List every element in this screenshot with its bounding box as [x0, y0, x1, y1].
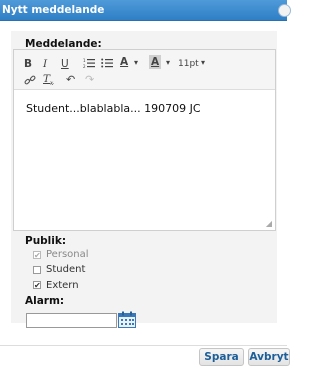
save-button[interactable]: Spara	[199, 348, 244, 366]
close-icon[interactable]	[278, 4, 291, 17]
extern-option-label: Extern	[46, 280, 79, 291]
bullet-list-icon[interactable]	[101, 57, 113, 73]
footer-divider	[0, 345, 287, 346]
calendar-icon[interactable]	[118, 311, 136, 328]
bold-button[interactable]: B	[24, 57, 32, 71]
audience-label: Publik:	[25, 235, 67, 247]
student-option-label: Student	[46, 264, 86, 275]
resize-handle-icon[interactable]: ◢	[266, 219, 272, 228]
underline-button[interactable]: U	[61, 57, 69, 71]
alarm-label: Alarm:	[25, 295, 65, 307]
editor-content[interactable]: Student...blablabla... 190709 JC	[26, 102, 201, 115]
numbered-list-icon[interactable]: 12	[83, 57, 95, 73]
background-color-dropdown-icon[interactable]: ▾	[166, 56, 170, 70]
clear-formatting-icon[interactable]: Tx	[43, 72, 53, 91]
extern-checkbox[interactable]: ✔	[33, 281, 41, 290]
svg-text:2: 2	[83, 64, 86, 69]
redo-icon[interactable]: ↷	[85, 73, 94, 87]
editor-toolbar: B I U 12 A ▾ A ▾ 11pt ▾ Tx ↶ ↷	[14, 50, 275, 90]
link-icon[interactable]	[24, 74, 36, 90]
student-checkbox[interactable]	[33, 266, 41, 274]
personal-option-label: Personal	[46, 249, 89, 260]
svg-text:1: 1	[83, 58, 86, 63]
italic-button[interactable]: I	[43, 57, 47, 71]
rich-text-editor[interactable]: B I U 12 A ▾ A ▾ 11pt ▾ Tx ↶ ↷ Student..…	[13, 49, 276, 231]
undo-icon[interactable]: ↶	[66, 73, 75, 87]
text-color-dropdown-icon[interactable]: ▾	[134, 56, 138, 70]
text-color-button[interactable]: A	[120, 55, 128, 69]
background-color-button[interactable]: A	[149, 55, 162, 69]
font-size-dropdown-icon[interactable]: ▾	[201, 56, 205, 70]
font-size-select[interactable]: 11pt	[178, 57, 199, 71]
personal-checkbox[interactable]: ✔	[33, 251, 41, 260]
cancel-button[interactable]: Avbryt	[248, 348, 290, 366]
alarm-date-input[interactable]	[26, 313, 117, 328]
dialog-title: Nytt meddelande	[2, 4, 105, 16]
dialog-title-bar: Nytt meddelande	[0, 0, 291, 21]
